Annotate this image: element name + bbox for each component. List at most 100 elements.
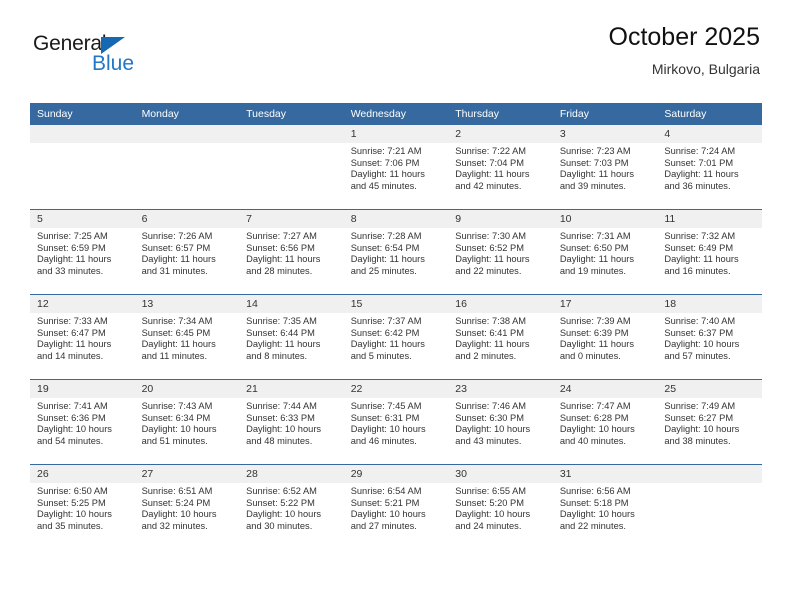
- day-number: 18: [657, 295, 762, 313]
- day-details: Sunrise: 7:35 AM Sunset: 6:44 PM Daylight:…: [239, 313, 344, 362]
- sunset-time: Sunset: 6:47 PM: [37, 327, 106, 338]
- calendar-day-cell[interactable]: 12 Sunrise: 7:33 AM Sunset: 6:47 PM Dayligh…: [30, 294, 135, 380]
- calendar-day-cell[interactable]: 11 Sunrise: 7:32 AM Sunset: 6:49 PM Dayligh…: [657, 209, 762, 295]
- day-number: [134, 125, 240, 143]
- calendar-day-cell[interactable]: 24 Sunrise: 7:47 AM Sunset: 6:28 PM Dayligh…: [552, 379, 658, 465]
- sunrise-time: Sunrise: 6:56 AM: [559, 486, 631, 496]
- daylight-duration-line2: and 22 minutes.: [455, 265, 522, 276]
- day-number: 23: [448, 380, 553, 398]
- calendar-day-cell[interactable]: 8 Sunrise: 7:28 AM Sunset: 6:54 PM Daylight…: [343, 209, 449, 295]
- daylight-duration-line1: Daylight: 11 hours: [37, 254, 112, 265]
- sunrise-time: Sunrise: 7:31 AM: [559, 231, 631, 241]
- day-details: Sunrise: 7:44 AM Sunset: 6:33 PM Daylight:…: [239, 398, 344, 447]
- sunset-time: Sunset: 6:33 PM: [246, 412, 315, 423]
- calendar-day-cell[interactable]: 31 Sunrise: 6:56 AM Sunset: 5:18 PM Dayligh…: [552, 464, 658, 549]
- day-details: Sunrise: 7:31 AM Sunset: 6:50 PM Daylight:…: [553, 228, 658, 277]
- calendar-week-row: 12 Sunrise: 7:33 AM Sunset: 6:47 PM Dayligh…: [30, 294, 762, 380]
- calendar-day-cell[interactable]: 2 Sunrise: 7:22 AM Sunset: 7:04 PM Daylight…: [448, 125, 553, 210]
- calendar-day-cell[interactable]: 16 Sunrise: 7:38 AM Sunset: 6:41 PM Dayligh…: [448, 294, 553, 380]
- day-details: Sunrise: 7:39 AM Sunset: 6:39 PM Daylight:…: [553, 313, 658, 362]
- calendar-day-cell[interactable]: 18 Sunrise: 7:40 AM Sunset: 6:37 PM Dayligh…: [657, 294, 762, 380]
- calendar-day-cell[interactable]: 9 Sunrise: 7:30 AM Sunset: 6:52 PM Daylight…: [448, 209, 553, 295]
- daylight-duration-line1: Daylight: 10 hours: [664, 339, 740, 350]
- daylight-duration-line2: and 16 minutes.: [664, 265, 731, 276]
- day-details: Sunrise: 7:21 AM Sunset: 7:06 PM Daylight:…: [344, 143, 449, 192]
- daylight-duration-line2: and 14 minutes.: [37, 350, 104, 361]
- calendar-day-cell[interactable]: 22 Sunrise: 7:45 AM Sunset: 6:31 PM Dayligh…: [343, 379, 449, 465]
- calendar-day-cell-empty: [657, 464, 762, 549]
- daylight-duration-line2: and 54 minutes.: [37, 435, 104, 446]
- daylight-duration-line1: Daylight: 10 hours: [246, 424, 322, 435]
- calendar-day-cell[interactable]: 4 Sunrise: 7:24 AM Sunset: 7:01 PM Daylight…: [657, 125, 762, 210]
- daylight-duration-line2: and 28 minutes.: [246, 265, 313, 276]
- daylight-duration-line1: Daylight: 10 hours: [455, 509, 531, 520]
- sunrise-sunset-calendar: Sunday Monday Tuesday Wednesday Thursday…: [30, 103, 762, 549]
- day-details: Sunrise: 7:32 AM Sunset: 6:49 PM Daylight:…: [657, 228, 762, 277]
- calendar-day-cell[interactable]: 13 Sunrise: 7:34 AM Sunset: 6:45 PM Dayligh…: [134, 294, 240, 380]
- page-title: October 2025: [608, 23, 761, 51]
- calendar-day-cell[interactable]: 15 Sunrise: 7:37 AM Sunset: 6:42 PM Dayligh…: [343, 294, 449, 380]
- daylight-duration-line2: and 38 minutes.: [664, 435, 731, 446]
- day-details: Sunrise: 6:50 AM Sunset: 5:25 PM Daylight:…: [30, 483, 135, 532]
- daylight-duration-line2: and 27 minutes.: [350, 520, 417, 531]
- calendar-week-row: 1 Sunrise: 7:21 AM Sunset: 7:06 PM Daylight…: [30, 125, 762, 210]
- sunrise-time: Sunrise: 7:49 AM: [664, 401, 736, 411]
- calendar-day-cell[interactable]: 28 Sunrise: 6:52 AM Sunset: 5:22 PM Dayligh…: [239, 464, 344, 549]
- sunset-time: Sunset: 7:01 PM: [664, 157, 734, 168]
- day-details: Sunrise: 7:24 AM Sunset: 7:01 PM Daylight:…: [657, 143, 762, 192]
- day-details: Sunrise: 6:52 AM Sunset: 5:22 PM Daylight:…: [239, 483, 344, 532]
- daylight-duration-line2: and 39 minutes.: [559, 180, 626, 191]
- day-number: 3: [552, 125, 658, 143]
- calendar-day-cell[interactable]: 21 Sunrise: 7:44 AM Sunset: 6:33 PM Dayligh…: [239, 379, 344, 465]
- calendar-day-cell[interactable]: 30 Sunrise: 6:55 AM Sunset: 5:20 PM Dayligh…: [448, 464, 553, 549]
- day-number: 26: [30, 465, 135, 483]
- calendar-week-row: 26 Sunrise: 6:50 AM Sunset: 5:25 PM Dayligh…: [30, 464, 762, 549]
- daylight-duration-line1: Daylight: 11 hours: [350, 169, 425, 180]
- sunrise-time: Sunrise: 7:25 AM: [37, 231, 108, 241]
- day-details: Sunrise: 7:28 AM Sunset: 6:54 PM Daylight:…: [344, 228, 449, 277]
- day-details: Sunrise: 7:34 AM Sunset: 6:45 PM Daylight:…: [135, 313, 240, 362]
- day-number: 1: [343, 125, 449, 143]
- calendar-day-cell[interactable]: 1 Sunrise: 7:21 AM Sunset: 7:06 PM Daylight…: [343, 125, 449, 210]
- calendar-week-row: 19 Sunrise: 7:41 AM Sunset: 6:36 PM Dayligh…: [30, 379, 762, 465]
- day-number: 19: [30, 380, 135, 398]
- sunrise-time: Sunrise: 7:32 AM: [664, 231, 736, 241]
- calendar-day-cell[interactable]: 7 Sunrise: 7:27 AM Sunset: 6:56 PM Daylight…: [239, 209, 344, 295]
- daylight-duration-line2: and 36 minutes.: [664, 180, 731, 191]
- calendar-day-cell[interactable]: 5 Sunrise: 7:25 AM Sunset: 6:59 PM Daylight…: [30, 209, 135, 295]
- calendar-day-cell[interactable]: 29 Sunrise: 6:54 AM Sunset: 5:21 PM Dayligh…: [343, 464, 449, 549]
- calendar-day-cell[interactable]: 14 Sunrise: 7:35 AM Sunset: 6:44 PM Dayligh…: [239, 294, 344, 380]
- day-number: 14: [239, 295, 344, 313]
- weekday-header-thursday: Thursday: [448, 103, 553, 125]
- day-number: [30, 125, 135, 143]
- day-number: [657, 465, 762, 483]
- calendar-day-cell[interactable]: 27 Sunrise: 6:51 AM Sunset: 5:24 PM Dayligh…: [134, 464, 240, 549]
- calendar-day-cell[interactable]: 26 Sunrise: 6:50 AM Sunset: 5:25 PM Dayligh…: [30, 464, 135, 549]
- calendar-day-cell[interactable]: 17 Sunrise: 7:39 AM Sunset: 6:39 PM Dayligh…: [552, 294, 658, 380]
- daylight-duration-line2: and 31 minutes.: [141, 265, 208, 276]
- calendar-day-cell[interactable]: 3 Sunrise: 7:23 AM Sunset: 7:03 PM Daylight…: [552, 125, 658, 210]
- sunrise-time: Sunrise: 6:51 AM: [141, 486, 213, 496]
- day-details: Sunrise: 6:55 AM Sunset: 5:20 PM Daylight:…: [448, 483, 553, 532]
- sunrise-time: Sunrise: 7:45 AM: [350, 401, 422, 411]
- weekday-header-sunday: Sunday: [30, 103, 135, 125]
- weekday-header-friday: Friday: [552, 103, 658, 125]
- day-number: 4: [657, 125, 762, 143]
- daylight-duration-line2: and 8 minutes.: [246, 350, 308, 361]
- calendar-day-cell[interactable]: 10 Sunrise: 7:31 AM Sunset: 6:50 PM Dayligh…: [552, 209, 658, 295]
- calendar-day-cell[interactable]: 19 Sunrise: 7:41 AM Sunset: 6:36 PM Dayligh…: [30, 379, 135, 465]
- calendar-day-cell[interactable]: 6 Sunrise: 7:26 AM Sunset: 6:57 PM Daylight…: [134, 209, 240, 295]
- sunrise-time: Sunrise: 6:54 AM: [350, 486, 422, 496]
- calendar-day-cell[interactable]: 25 Sunrise: 7:49 AM Sunset: 6:27 PM Dayligh…: [657, 379, 762, 465]
- daylight-duration-line1: Daylight: 10 hours: [350, 509, 426, 520]
- general-blue-logo: General Blue: [33, 32, 213, 84]
- day-number: 5: [30, 210, 135, 228]
- day-number: 11: [657, 210, 762, 228]
- sunset-time: Sunset: 6:50 PM: [559, 242, 629, 253]
- calendar-day-cell[interactable]: 20 Sunrise: 7:43 AM Sunset: 6:34 PM Dayligh…: [134, 379, 240, 465]
- day-number: 30: [448, 465, 553, 483]
- daylight-duration-line1: Daylight: 11 hours: [455, 254, 530, 265]
- day-details: Sunrise: 7:22 AM Sunset: 7:04 PM Daylight:…: [448, 143, 553, 192]
- daylight-duration-line1: Daylight: 11 hours: [559, 169, 635, 180]
- calendar-day-cell[interactable]: 23 Sunrise: 7:46 AM Sunset: 6:30 PM Dayligh…: [448, 379, 553, 465]
